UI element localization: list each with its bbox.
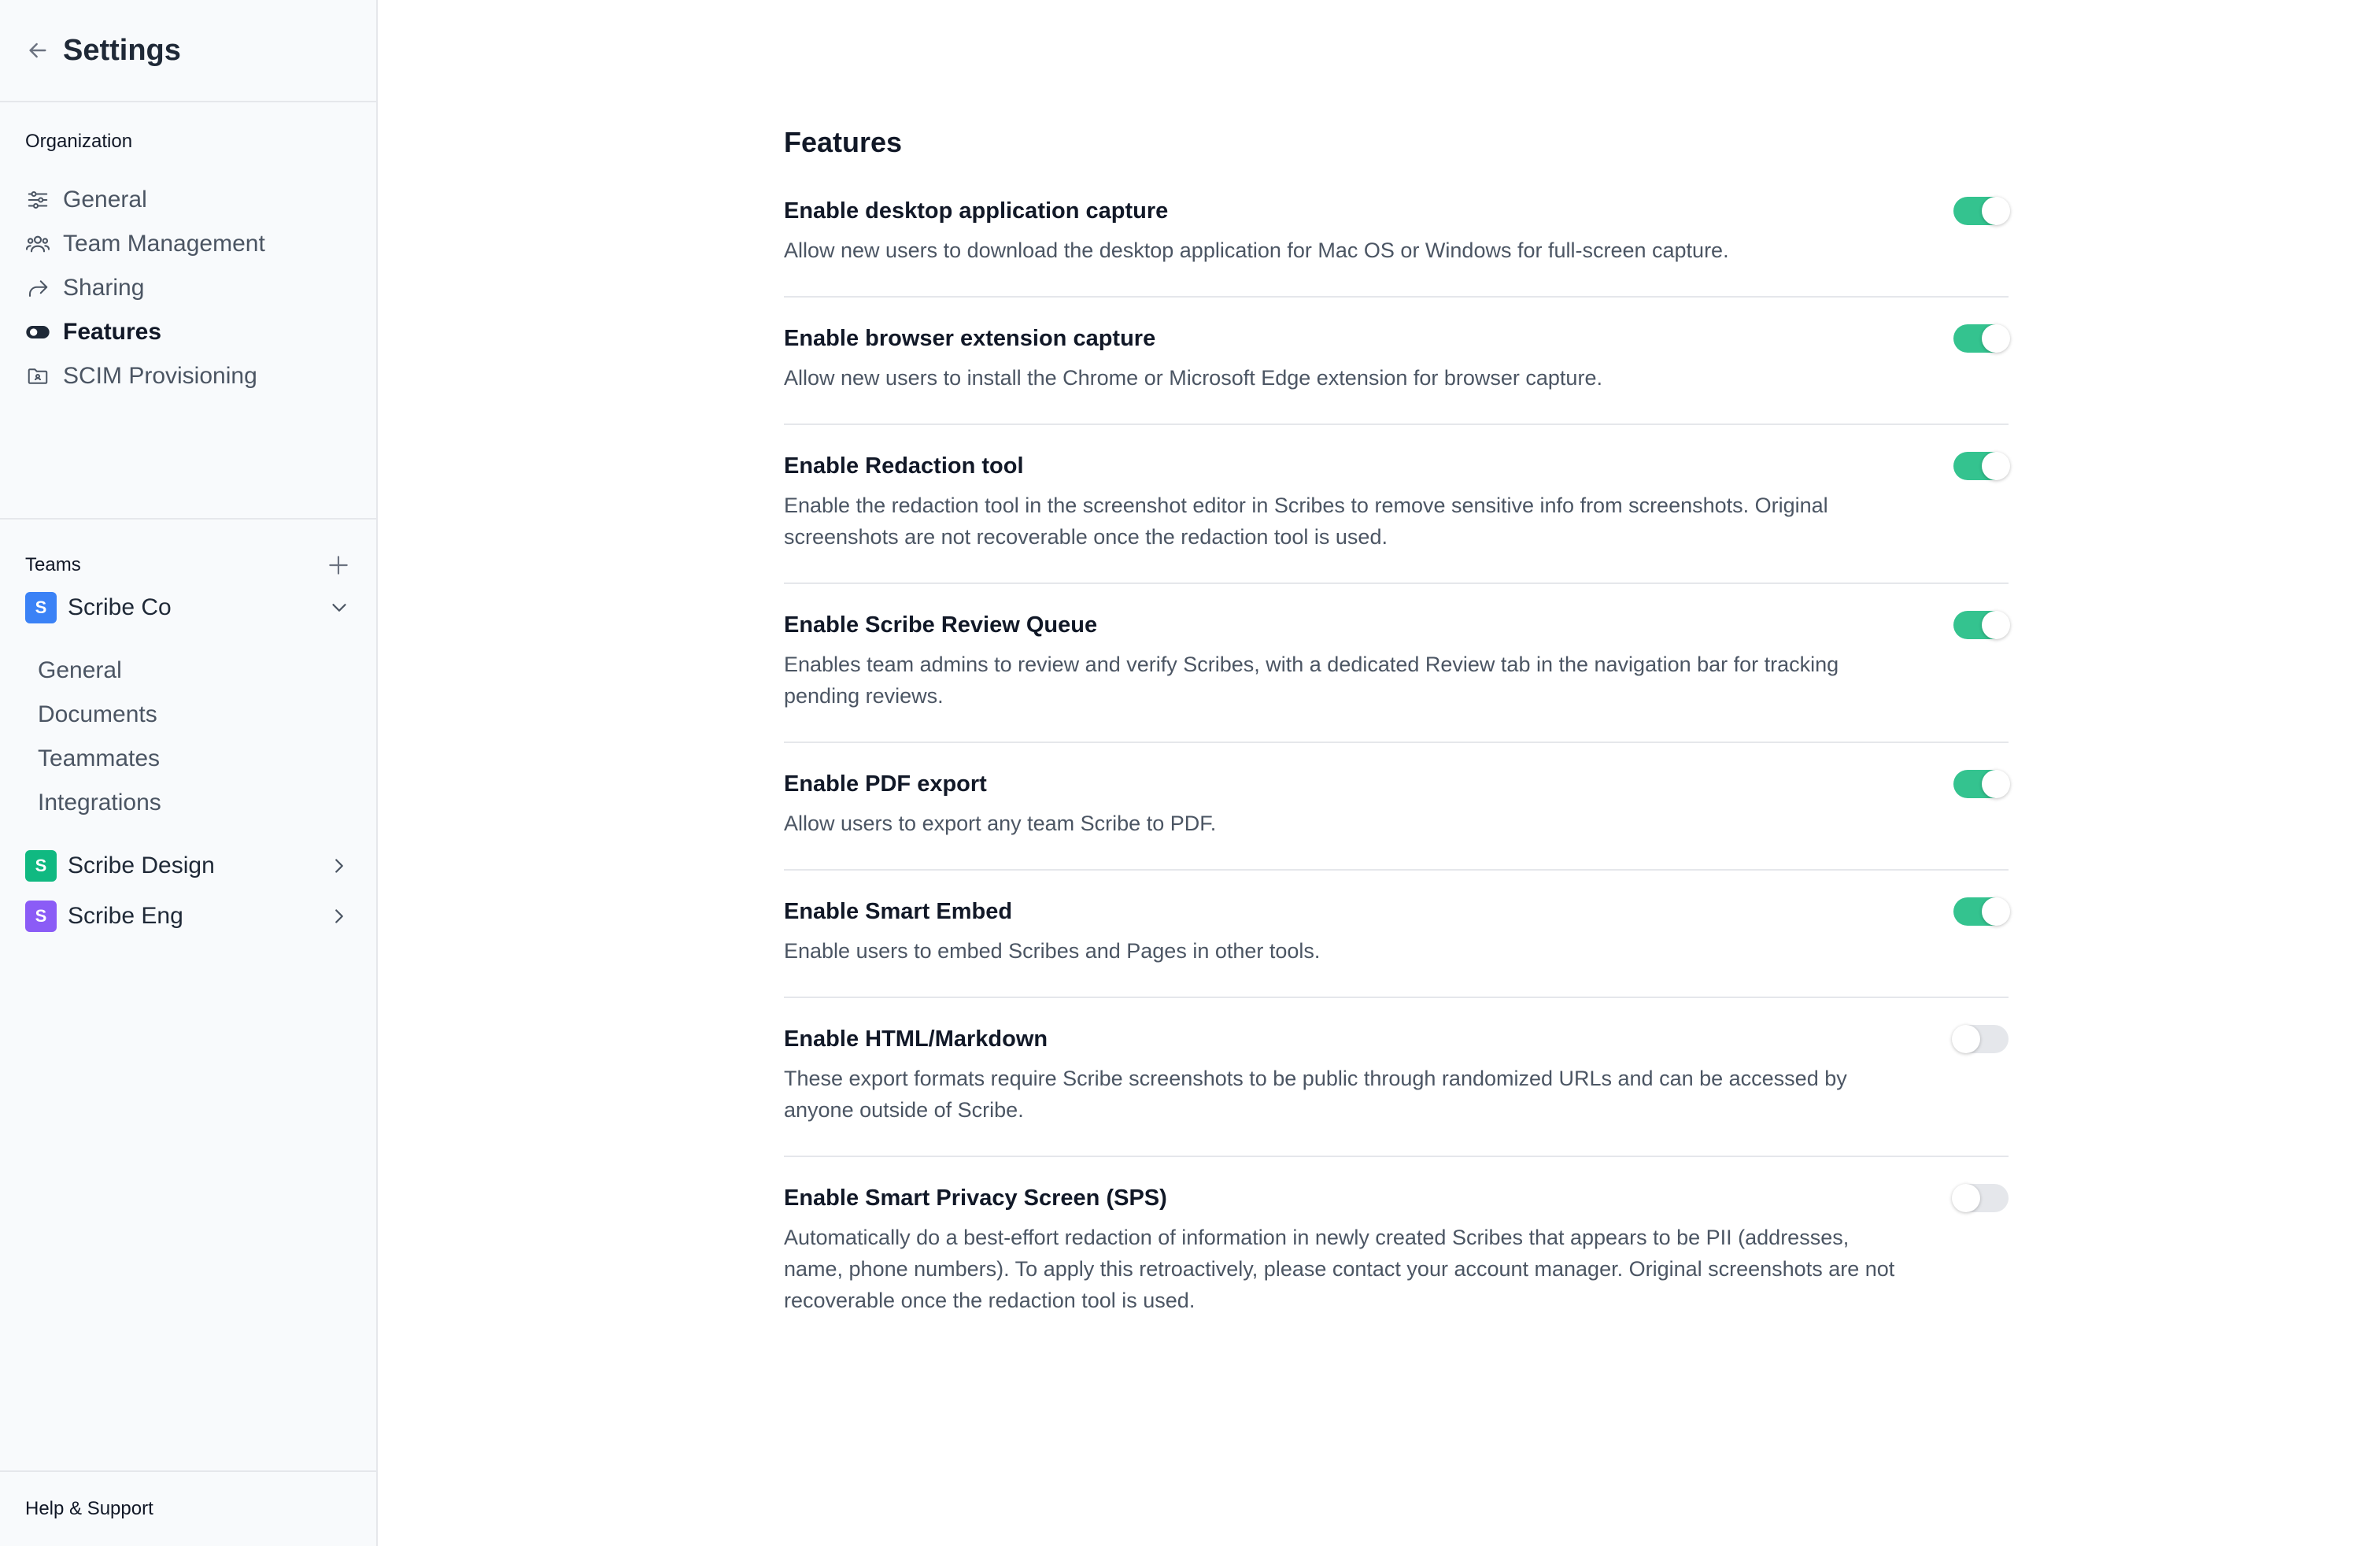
feature-toggle[interactable]: [1953, 611, 2010, 639]
settings-title: Settings: [63, 33, 181, 67]
features-panel: Features Enable desktop application capt…: [784, 126, 2010, 1346]
main-content: Features Enable desktop application capt…: [379, 0, 2380, 1546]
feature-title: Enable PDF export: [784, 771, 987, 797]
teams-header: Teams: [0, 548, 376, 583]
nav-item-scim-provisioning[interactable]: SCIM Provisioning: [0, 354, 376, 398]
sliders-icon: [25, 187, 50, 213]
feature-description: Enable the redaction tool in the screens…: [784, 494, 1828, 549]
toggle-knob: [1952, 1025, 1980, 1053]
feature-toggle[interactable]: [1953, 452, 2010, 480]
chevron-down-icon[interactable]: [327, 596, 351, 620]
feature-html-markdown: Enable HTML/Markdown These export format…: [784, 998, 2009, 1157]
team-badge: S: [25, 850, 57, 882]
feature-smart-privacy-screen: Enable Smart Privacy Screen (SPS) Automa…: [784, 1157, 2009, 1346]
feature-description: Allow new users to install the Chrome or…: [784, 366, 1602, 390]
help-support-link[interactable]: Help & Support: [0, 1470, 376, 1546]
subnav-item-documents[interactable]: Documents: [0, 693, 376, 737]
chevron-right-icon[interactable]: [327, 854, 351, 878]
share-arrow-icon: [25, 276, 50, 301]
feature-desktop-capture: Enable desktop application capture Allow…: [784, 197, 2010, 298]
team-row-scribe-design[interactable]: S Scribe Design: [0, 841, 376, 891]
nav-item-label: Sharing: [63, 275, 145, 301]
feature-toggle[interactable]: [1953, 197, 2010, 225]
feature-browser-extension: Enable browser extension capture Allow n…: [784, 298, 2010, 425]
feature-title: Enable Redaction tool: [784, 453, 1024, 479]
feature-title: Enable HTML/Markdown: [784, 1026, 1048, 1052]
subnav-item-teammates[interactable]: Teammates: [0, 737, 376, 781]
feature-description: Allow new users to download the desktop …: [784, 239, 1729, 262]
team-row-left: S Scribe Eng: [25, 901, 183, 932]
feature-description: These export formats require Scribe scre…: [784, 1067, 1847, 1122]
nav-item-sharing[interactable]: Sharing: [0, 266, 376, 310]
sidebar-header: Settings: [0, 0, 376, 102]
feature-description: Allow users to export any team Scribe to…: [784, 812, 1217, 835]
team-subnav: General Documents Teammates Integrations: [0, 633, 376, 841]
feature-title: Enable browser extension capture: [784, 326, 1156, 351]
teams-label: Teams: [25, 554, 81, 575]
team-name: Scribe Eng: [68, 903, 183, 929]
feature-review-queue: Enable Scribe Review Queue Enables team …: [784, 584, 2010, 743]
toggle-knob: [1982, 897, 2010, 926]
team-row-left: S Scribe Co: [25, 592, 172, 623]
nav-item-label: General: [63, 187, 147, 213]
nav-item-features[interactable]: Features: [0, 310, 376, 354]
nav-item-label: Team Management: [63, 231, 265, 257]
toggle-knob: [1982, 324, 2010, 353]
back-arrow-icon[interactable]: [25, 38, 50, 63]
feature-toggle[interactable]: [1953, 897, 2010, 926]
toggle-knob: [1982, 452, 2010, 480]
team-row-left: S Scribe Design: [25, 850, 215, 882]
team-badge: S: [25, 901, 57, 932]
toggle-icon: [25, 320, 50, 345]
toggle-knob: [1982, 197, 2010, 225]
team-row-scribe-eng[interactable]: S Scribe Eng: [0, 891, 376, 941]
feature-pdf-export: Enable PDF export Allow users to export …: [784, 743, 2010, 871]
feature-title: Enable Smart Embed: [784, 899, 1013, 924]
toggle-knob: [1952, 1184, 1980, 1212]
feature-description: Automatically do a best-effort redaction…: [784, 1226, 1895, 1312]
nav-item-general[interactable]: General: [0, 178, 376, 222]
feature-description: Enables team admins to review and verify…: [784, 653, 1839, 708]
feature-toggle[interactable]: [1952, 1184, 2009, 1212]
team-name: Scribe Design: [68, 853, 215, 878]
page-title: Features: [784, 126, 903, 158]
toggle-knob: [1982, 611, 2010, 639]
toggle-knob: [1982, 770, 2010, 798]
subnav-item-integrations[interactable]: Integrations: [0, 781, 376, 825]
team-row-scribe-co[interactable]: S Scribe Co: [0, 583, 376, 633]
feature-title: Enable desktop application capture: [784, 198, 1169, 224]
folder-user-icon: [25, 364, 50, 389]
feature-description: Enable users to embed Scribes and Pages …: [784, 939, 1321, 963]
settings-sidebar: Settings Organization General Team Manag…: [0, 0, 378, 1546]
subnav-item-general[interactable]: General: [0, 649, 376, 693]
add-team-icon[interactable]: [326, 553, 351, 578]
feature-toggle[interactable]: [1952, 1025, 2009, 1053]
feature-toggle[interactable]: [1953, 324, 2010, 353]
users-icon: [25, 231, 50, 257]
feature-title: Enable Scribe Review Queue: [784, 612, 1098, 638]
nav-item-team-management[interactable]: Team Management: [0, 222, 376, 266]
feature-title: Enable Smart Privacy Screen (SPS): [784, 1185, 1167, 1211]
nav-item-label: Features: [63, 319, 162, 345]
organization-section: Organization General Team Management Sha…: [0, 102, 376, 520]
nav-item-label: SCIM Provisioning: [63, 363, 257, 389]
feature-redaction-tool: Enable Redaction tool Enable the redacti…: [784, 425, 2010, 584]
feature-smart-embed: Enable Smart Embed Enable users to embed…: [784, 871, 2010, 998]
feature-toggle[interactable]: [1953, 770, 2010, 798]
team-name: Scribe Co: [68, 594, 172, 620]
team-badge: S: [25, 592, 57, 623]
chevron-right-icon[interactable]: [327, 904, 351, 928]
teams-section: Teams S Scribe Co General Documents Team…: [0, 520, 376, 941]
organization-label: Organization: [25, 131, 133, 152]
